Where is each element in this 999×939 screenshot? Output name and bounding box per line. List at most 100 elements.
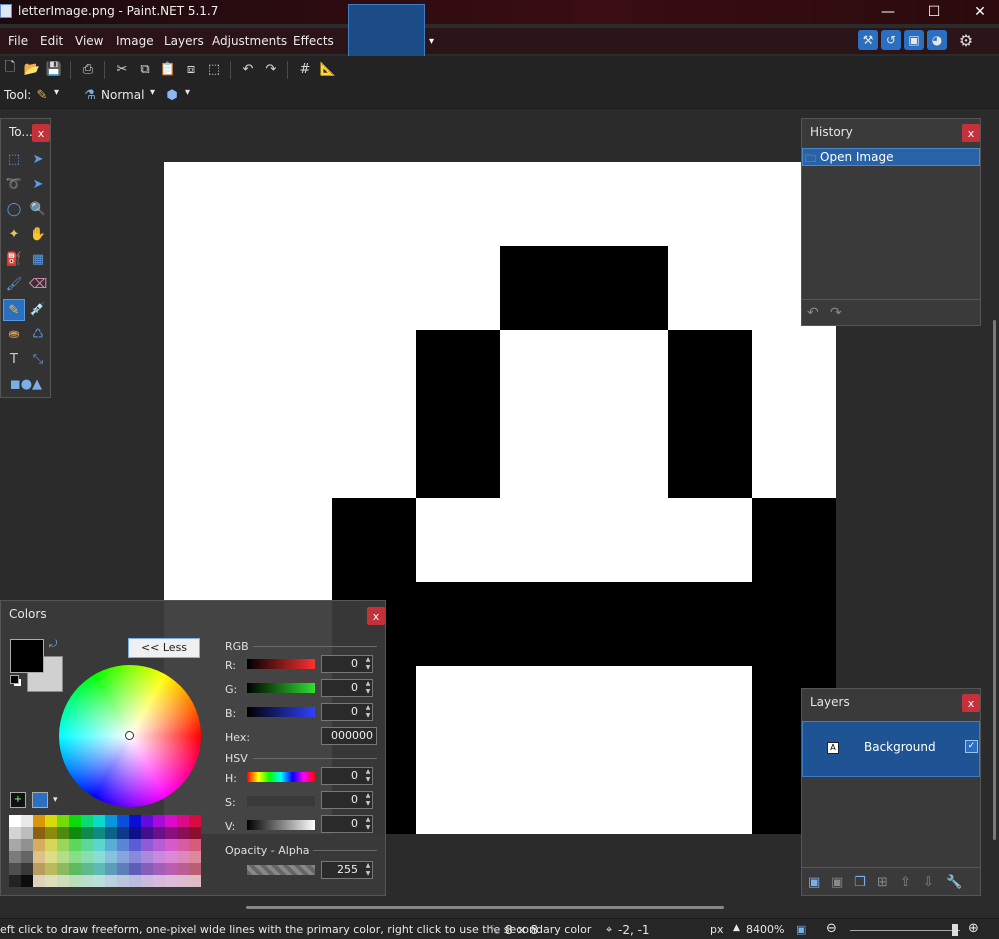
paintnet-app-icon[interactable] [0,4,12,18]
reset-colors-icon[interactable] [10,675,22,687]
palette-swatch[interactable] [141,851,153,863]
palette-swatch[interactable] [81,839,93,851]
clone-stamp-tool-icon[interactable]: ⛂ [5,325,23,343]
palette-swatch[interactable] [45,851,57,863]
line-curve-tool-icon[interactable]: ⤡ [29,350,47,368]
palette-swatch[interactable] [129,863,141,875]
palette-swatch[interactable] [33,863,45,875]
deselect-icon[interactable]: ⬚ [206,61,222,77]
palette-swatch[interactable] [153,827,165,839]
zoom-slider[interactable] [850,930,960,931]
clipping-dropdown-icon[interactable]: ▾ [185,87,190,98]
menu-view[interactable]: View [75,34,103,48]
palette-swatch[interactable] [153,815,165,827]
palette-swatch[interactable] [93,839,105,851]
history-toggle-icon[interactable]: ↺ [881,30,901,50]
palette-swatch[interactable] [45,875,57,887]
palette-swatch[interactable] [129,839,141,851]
menu-image[interactable]: Image [116,34,154,48]
palette-swatch[interactable] [93,875,105,887]
palette-swatch[interactable] [165,851,177,863]
colors-panel-close-button[interactable]: x [367,607,385,625]
blend-mode-dropdown-icon[interactable]: ▾ [150,87,155,98]
menu-file[interactable]: File [8,34,28,48]
shapes-tool-icon[interactable]: ◼●▲ [9,375,43,393]
menu-edit[interactable]: Edit [40,34,63,48]
zoom-slider-thumb[interactable] [952,924,958,936]
value-spinner-icon[interactable]: ▲ ▼ [363,816,373,832]
value-slider[interactable] [247,820,315,830]
maximize-button[interactable]: ☐ [911,0,957,24]
tools-panel-close-button[interactable]: x [32,124,50,142]
palette-swatch[interactable] [117,863,129,875]
duplicate-layer-icon[interactable]: ❐ [854,875,866,890]
palette-swatch[interactable] [117,851,129,863]
palette-swatch[interactable] [33,815,45,827]
settings-gear-icon[interactable]: ⚙ [956,30,976,50]
palette-swatch[interactable] [165,863,177,875]
palette-swatch[interactable] [165,875,177,887]
add-layer-icon[interactable]: ▣ [808,875,820,890]
primary-color-swatch[interactable] [10,639,44,673]
palette-swatch[interactable] [21,875,33,887]
hue-spinner-icon[interactable]: ▲ ▼ [363,768,373,784]
copy-icon[interactable]: ⧉ [137,61,153,77]
move-selected-pixels-tool-icon[interactable]: ➤ [29,150,47,168]
redo-icon[interactable]: ↷ [263,61,279,77]
palette-swatch[interactable] [69,851,81,863]
palette-swatch[interactable] [105,839,117,851]
history-item[interactable]: 🗀 Open Image [802,148,980,166]
palette-swatch[interactable] [165,815,177,827]
pencil-tool-icon-active[interactable]: ✎ [3,299,25,321]
palette-swatch[interactable] [141,815,153,827]
palette-swatch[interactable] [189,851,201,863]
print-icon[interactable]: ⎙ [80,61,96,77]
palette-swatch[interactable] [105,851,117,863]
palette-swatch[interactable] [57,839,69,851]
less-button[interactable]: << Less [128,638,200,658]
palette-swatch[interactable] [9,815,21,827]
palette-swatch[interactable] [21,827,33,839]
palette-swatch[interactable] [33,875,45,887]
zoom-to-window-icon[interactable]: ▣ [796,923,806,936]
color-wheel[interactable] [59,665,201,807]
palette-swatch[interactable] [129,815,141,827]
palette-swatch[interactable] [69,815,81,827]
rectangle-select-tool-icon[interactable]: ⬚ [5,150,23,168]
move-layer-down-icon[interactable]: ⇩ [923,875,934,890]
palette-swatch[interactable] [81,815,93,827]
palette-swatch[interactable] [165,839,177,851]
palette-swatch[interactable] [81,827,93,839]
palette-swatch[interactable] [21,815,33,827]
vertical-scrollbar[interactable] [993,320,996,840]
hue-slider[interactable] [247,772,315,782]
palette-swatch[interactable] [33,827,45,839]
blend-mode-icon[interactable]: ⚗ [82,87,98,103]
color-picker-tool-icon[interactable]: 💉 [29,300,47,318]
alpha-spinner-icon[interactable]: ▲ ▼ [363,862,373,878]
layers-toggle-icon[interactable]: ▣ [904,30,924,50]
text-tool-icon[interactable]: T [5,350,23,368]
palette-swatch[interactable] [69,827,81,839]
gradient-tool-icon[interactable]: ▦ [29,250,47,268]
palette-swatch[interactable] [9,863,21,875]
zoom-tool-icon[interactable]: 🔍 [29,200,47,218]
horizontal-scrollbar[interactable] [246,906,724,909]
palette-swatch[interactable] [45,863,57,875]
zoom-level[interactable]: 8400% [746,923,784,936]
magic-wand-tool-icon[interactable]: ✦ [5,225,23,243]
palette-swatch[interactable] [189,839,201,851]
palette-swatch[interactable] [57,875,69,887]
palette-swatch[interactable] [21,863,33,875]
red-spinner-icon[interactable]: ▲ ▼ [363,656,373,672]
palette-swatch[interactable] [117,827,129,839]
alpha-slider[interactable] [247,865,315,875]
palette-swatch[interactable] [189,827,201,839]
saturation-slider[interactable] [247,796,315,806]
cut-icon[interactable]: ✂ [114,61,130,77]
palette-swatch[interactable] [69,839,81,851]
palette-swatch[interactable] [177,875,189,887]
swap-colors-icon[interactable]: ⤾ [49,639,57,650]
palette-swatch[interactable] [153,851,165,863]
history-undo-icon[interactable]: ↶ [807,305,819,321]
